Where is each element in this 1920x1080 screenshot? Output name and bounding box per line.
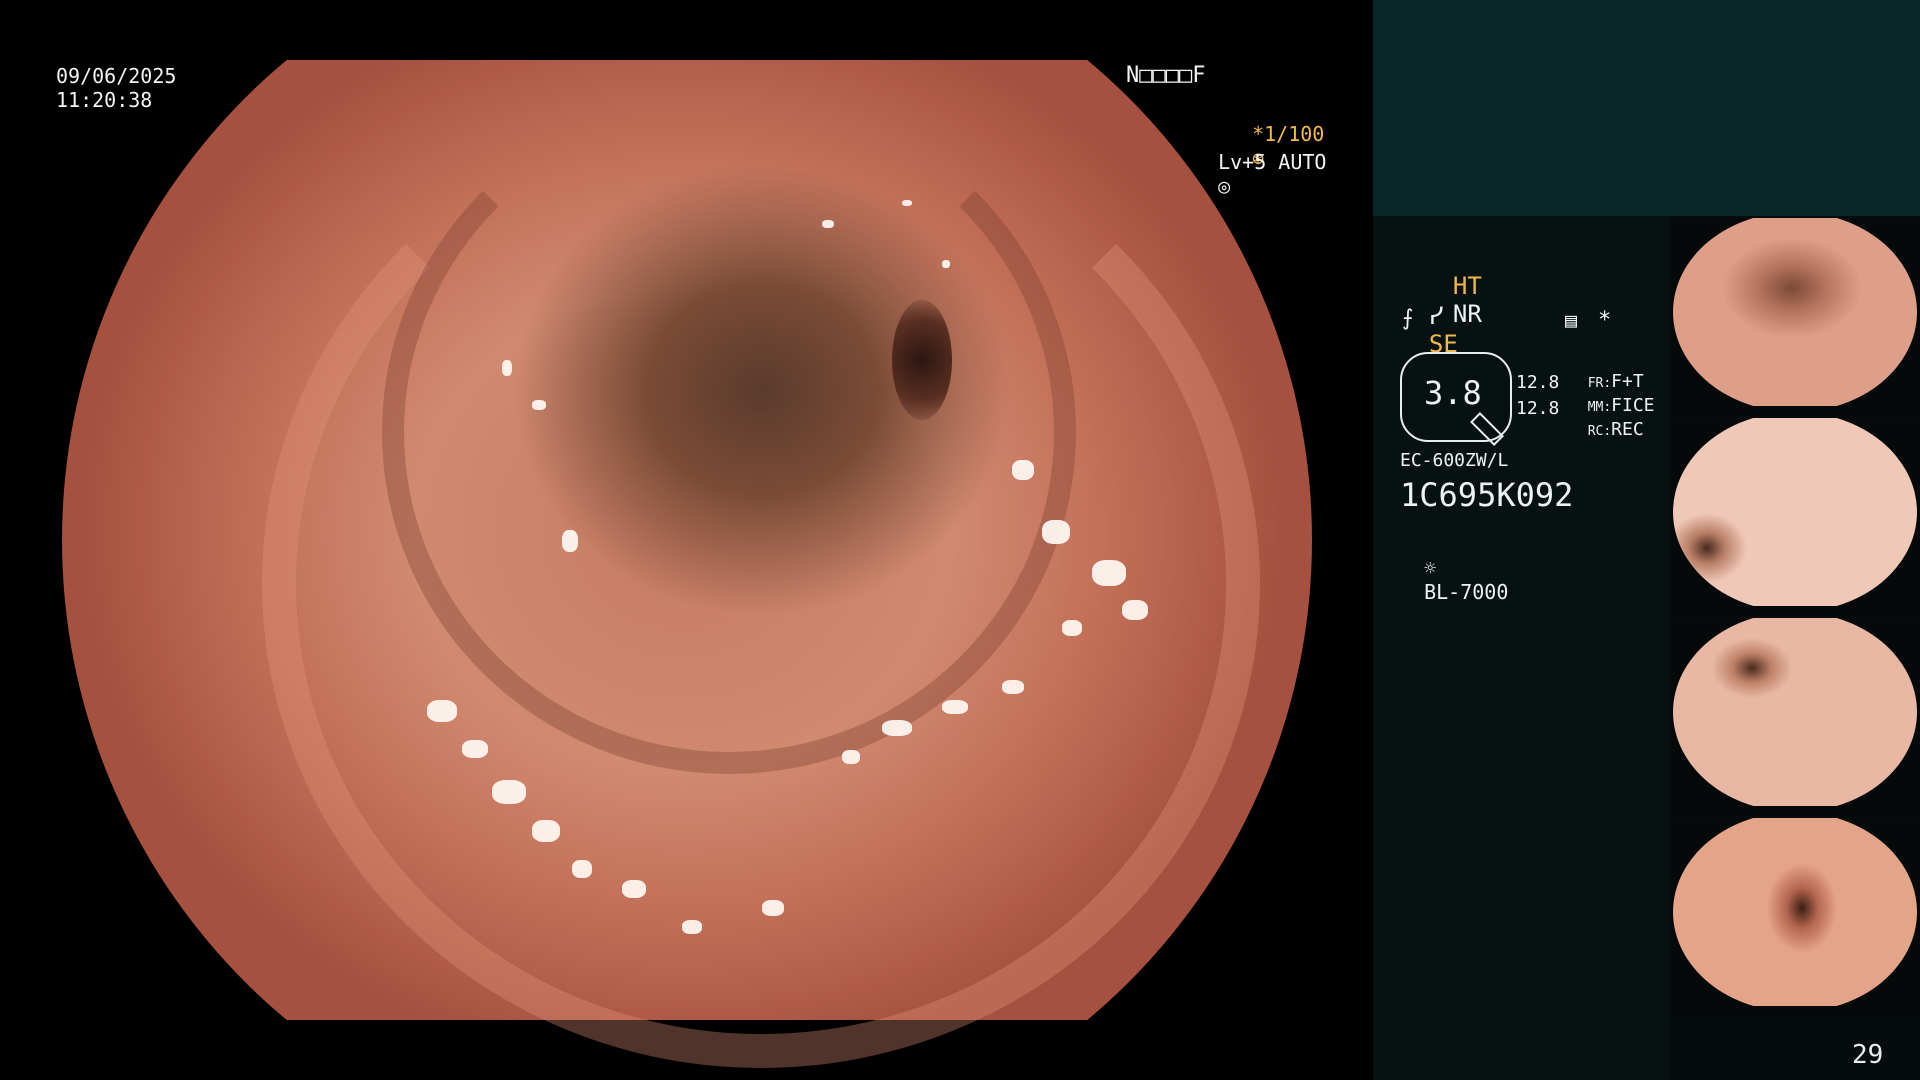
thumbnail-2[interactable] bbox=[1672, 418, 1920, 616]
rc-label: RC: bbox=[1587, 424, 1612, 439]
specular-highlight bbox=[762, 900, 784, 916]
specular-highlight bbox=[427, 700, 457, 722]
brightness-level: Lv+5 AUTO ◎ bbox=[1194, 126, 1326, 198]
specular-highlight bbox=[492, 780, 526, 804]
memo-icon: ▤ bbox=[1565, 308, 1578, 332]
specular-highlight bbox=[502, 360, 512, 376]
capture-date: 09/06/2025 bbox=[56, 64, 177, 88]
gauge-value: 3.8 bbox=[1424, 374, 1482, 412]
specular-highlight bbox=[532, 400, 546, 410]
specular-highlight bbox=[902, 200, 912, 206]
lumen-opening bbox=[892, 300, 952, 420]
thumbnail-image bbox=[1673, 818, 1917, 1006]
specular-highlight bbox=[822, 220, 834, 228]
target-icon: ◎ bbox=[1218, 174, 1231, 198]
endoscope-view bbox=[0, 0, 1372, 1080]
mucosal-fold-inner bbox=[382, 90, 1076, 774]
enhance-icon: ᓯ bbox=[1428, 302, 1444, 330]
specular-highlight bbox=[622, 880, 646, 898]
specular-highlight bbox=[562, 530, 578, 552]
specular-highlight bbox=[532, 820, 560, 842]
light-source-name: BL-7000 bbox=[1424, 580, 1509, 604]
scope-model: EC-600ZW/L bbox=[1400, 450, 1509, 471]
specular-highlight bbox=[1012, 460, 1034, 480]
row1-value: 12.8 bbox=[1516, 372, 1560, 393]
panel-header bbox=[1373, 0, 1920, 216]
endoscope-image bbox=[62, 60, 1312, 1068]
brightness-level-value: Lv+5 AUTO bbox=[1218, 150, 1327, 174]
asterisk-indicator: * bbox=[1598, 308, 1612, 333]
fluorescence-icon: ⨍ bbox=[1402, 306, 1414, 331]
specular-highlight bbox=[1092, 560, 1126, 586]
specular-highlight bbox=[1042, 520, 1070, 544]
rc-row: RC:REC bbox=[1566, 398, 1644, 440]
thumbnail-3[interactable] bbox=[1672, 618, 1920, 816]
light-source-icon: ☼ bbox=[1424, 556, 1437, 580]
rc-value: REC bbox=[1611, 419, 1644, 440]
specular-highlight bbox=[882, 720, 912, 736]
specular-highlight bbox=[1122, 600, 1148, 620]
thumbnail-image bbox=[1673, 618, 1917, 806]
page-number: 29 bbox=[1852, 1040, 1884, 1070]
thumbnail-4[interactable] bbox=[1672, 818, 1920, 1016]
thumbnail-image bbox=[1673, 418, 1917, 606]
specular-highlight bbox=[572, 860, 592, 878]
specular-highlight bbox=[942, 700, 968, 714]
light-source-row: ☼ BL-7000 bbox=[1400, 532, 1508, 604]
thumbnail-1[interactable] bbox=[1672, 218, 1920, 416]
patient-code: N□□□□F bbox=[1126, 63, 1206, 88]
specular-highlight bbox=[462, 740, 488, 758]
specular-highlight bbox=[1002, 680, 1024, 694]
specular-highlight bbox=[1062, 620, 1082, 636]
capture-time: 11:20:38 bbox=[56, 88, 153, 112]
scope-serial: 1C695K092 bbox=[1400, 476, 1574, 514]
specular-highlight bbox=[942, 260, 950, 268]
specular-highlight bbox=[842, 750, 860, 764]
specular-highlight bbox=[682, 920, 702, 934]
row2-value: 12.8 bbox=[1516, 398, 1560, 419]
thumbnail-image bbox=[1673, 218, 1917, 406]
